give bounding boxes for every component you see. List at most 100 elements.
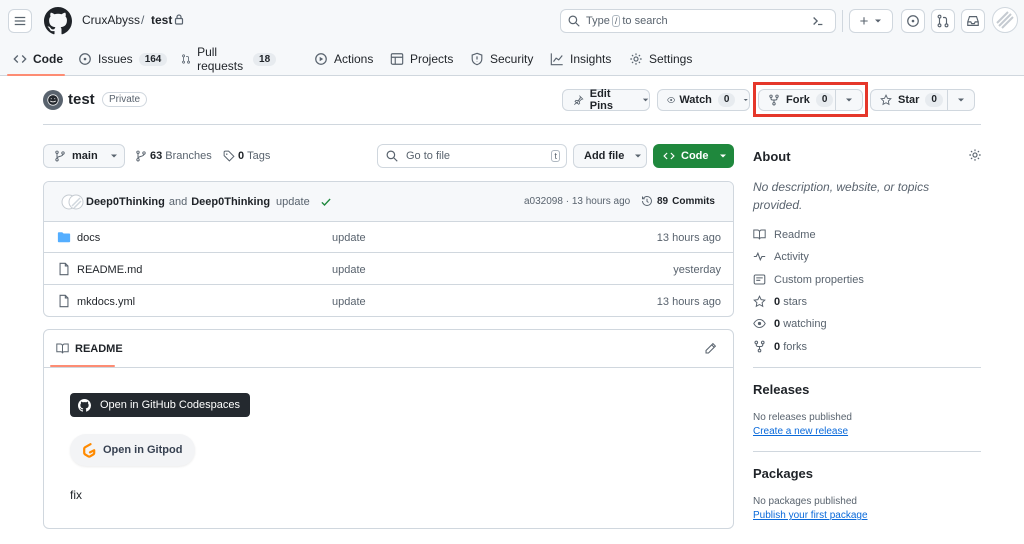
file-row-readme[interactable]: README.md update yesterday bbox=[44, 254, 733, 285]
commits-history-link[interactable]: 89 Commits bbox=[641, 195, 715, 207]
gear-icon bbox=[969, 149, 981, 161]
git-branch-icon bbox=[55, 150, 65, 162]
watch-count: 0 bbox=[717, 93, 736, 107]
check-icon[interactable] bbox=[320, 196, 332, 208]
star-button[interactable]: Star 0 bbox=[871, 90, 947, 110]
commit-hash-time[interactable]: a032098 · 13 hours ago bbox=[524, 196, 630, 207]
create-new-button[interactable]: + bbox=[849, 9, 893, 33]
add-file-button[interactable]: Add file bbox=[573, 144, 647, 168]
publish-package-link[interactable]: Publish your first package bbox=[753, 510, 868, 521]
plus-icon: + bbox=[859, 12, 869, 30]
breadcrumb-owner[interactable]: CruxAbyss bbox=[82, 13, 140, 27]
search-input[interactable]: Type / to search bbox=[560, 9, 836, 33]
gitpod-label: Open in Gitpod bbox=[103, 444, 183, 456]
repo-header-divider bbox=[43, 124, 981, 125]
about-activity-link[interactable]: Activity bbox=[753, 250, 809, 263]
star-count: 0 bbox=[925, 93, 943, 107]
menu-button[interactable] bbox=[8, 9, 32, 33]
tab-actions[interactable]: Actions bbox=[314, 42, 373, 76]
tab-insights[interactable]: Insights bbox=[550, 42, 611, 76]
inbox-icon bbox=[967, 16, 979, 26]
command-palette-button[interactable] bbox=[806, 9, 830, 33]
commit-and: and bbox=[168, 196, 188, 208]
github-logo-icon[interactable] bbox=[44, 7, 72, 35]
pull-requests-button[interactable] bbox=[931, 9, 955, 33]
note-icon bbox=[753, 274, 766, 285]
repo-title[interactable]: test bbox=[68, 91, 95, 108]
file-row-mkdocs[interactable]: mkdocs.yml update 13 hours ago bbox=[44, 286, 733, 316]
code-button-label: Code bbox=[681, 150, 709, 162]
file-row-docs[interactable]: docs update 13 hours ago bbox=[44, 222, 733, 253]
releases-heading[interactable]: Releases bbox=[753, 382, 809, 397]
tab-projects[interactable]: Projects bbox=[390, 42, 453, 76]
file-name[interactable]: README.md bbox=[77, 264, 142, 276]
tags-link[interactable]: 0 Tags bbox=[223, 150, 270, 162]
commit-message[interactable]: update bbox=[276, 196, 310, 208]
tab-security[interactable]: Security bbox=[470, 42, 533, 76]
about-settings-button[interactable] bbox=[968, 148, 982, 162]
inbox-button[interactable] bbox=[961, 9, 985, 33]
file-commit-message[interactable]: update bbox=[332, 264, 366, 276]
file-name[interactable]: docs bbox=[77, 232, 100, 244]
tab-pull-requests[interactable]: Pull requests 18 bbox=[181, 42, 277, 76]
commit-authors: Deep0Thinking and Deep0Thinking update bbox=[86, 196, 332, 208]
file-icon bbox=[59, 294, 69, 308]
edit-pins-button[interactable]: Edit Pins bbox=[562, 88, 650, 112]
about-stars-label: stars bbox=[783, 295, 808, 308]
about-watching-link[interactable]: 0 watching bbox=[753, 317, 827, 330]
about-activity-label: Activity bbox=[774, 250, 809, 263]
file-name[interactable]: mkdocs.yml bbox=[77, 296, 135, 308]
tab-security-label: Security bbox=[490, 52, 534, 66]
chevron-down-icon bbox=[719, 154, 726, 158]
open-gitpod-badge[interactable]: Open in Gitpod bbox=[70, 434, 196, 466]
star-dropdown-button[interactable] bbox=[948, 90, 974, 110]
tab-code[interactable]: Code bbox=[13, 42, 63, 76]
about-readme-link[interactable]: Readme bbox=[753, 228, 816, 241]
git-branch-icon bbox=[136, 150, 146, 162]
tab-issues[interactable]: Issues 164 bbox=[78, 42, 168, 76]
avatar[interactable] bbox=[992, 7, 1018, 33]
file-age: 13 hours ago bbox=[656, 296, 721, 308]
chevron-down-icon bbox=[635, 154, 642, 158]
go-to-file-input[interactable]: Go to file t bbox=[377, 144, 567, 168]
file-age: 13 hours ago bbox=[656, 232, 721, 244]
repo-avatar[interactable] bbox=[43, 90, 63, 110]
commit-author-2[interactable]: Deep0Thinking bbox=[191, 196, 270, 208]
file-commit-message[interactable]: update bbox=[332, 232, 366, 244]
pin-icon bbox=[574, 95, 584, 105]
repo-forked-icon bbox=[769, 94, 779, 106]
tag-icon bbox=[223, 150, 235, 162]
file-age: yesterday bbox=[673, 264, 721, 276]
book-icon bbox=[56, 343, 69, 354]
edit-pins-label: Edit Pins bbox=[589, 88, 613, 112]
about-stars-link[interactable]: 0 stars bbox=[753, 295, 807, 308]
about-custom-properties-link[interactable]: Custom properties bbox=[753, 273, 864, 286]
shield-icon bbox=[471, 52, 483, 66]
git-pull-request-icon bbox=[182, 54, 190, 64]
issues-button[interactable] bbox=[901, 9, 925, 33]
readme-tab[interactable]: README bbox=[56, 342, 123, 355]
edit-readme-button[interactable] bbox=[704, 342, 717, 355]
chevron-down-icon bbox=[744, 98, 749, 102]
branches-label: Branches bbox=[165, 150, 212, 162]
branches-link[interactable]: 63 Branches bbox=[135, 150, 212, 162]
about-forks-link[interactable]: 0 forks bbox=[753, 340, 807, 353]
code-button[interactable]: Code bbox=[653, 144, 734, 168]
fork-button[interactable]: Fork 0 bbox=[759, 90, 835, 110]
watch-button[interactable]: Watch 0 bbox=[657, 89, 750, 111]
commit-author-1[interactable]: Deep0Thinking bbox=[86, 196, 165, 208]
file-commit-message[interactable]: update bbox=[332, 296, 366, 308]
tab-active-indicator bbox=[7, 74, 65, 76]
commit-avatars[interactable] bbox=[61, 194, 85, 210]
branch-selector[interactable]: main bbox=[43, 144, 125, 168]
tab-settings[interactable]: Settings bbox=[629, 42, 692, 76]
codespaces-label: Open in GitHub Codespaces bbox=[100, 399, 241, 411]
pulse-icon bbox=[753, 251, 766, 262]
fork-dropdown-button[interactable] bbox=[836, 90, 862, 110]
about-watching-count: 0 bbox=[774, 317, 781, 330]
packages-heading[interactable]: Packages bbox=[753, 466, 813, 481]
breadcrumb-repo[interactable]: test bbox=[151, 13, 172, 27]
create-release-link[interactable]: Create a new release bbox=[753, 426, 848, 437]
open-codespaces-badge[interactable]: Open in GitHub Codespaces bbox=[70, 393, 251, 417]
branch-name: main bbox=[72, 150, 98, 162]
